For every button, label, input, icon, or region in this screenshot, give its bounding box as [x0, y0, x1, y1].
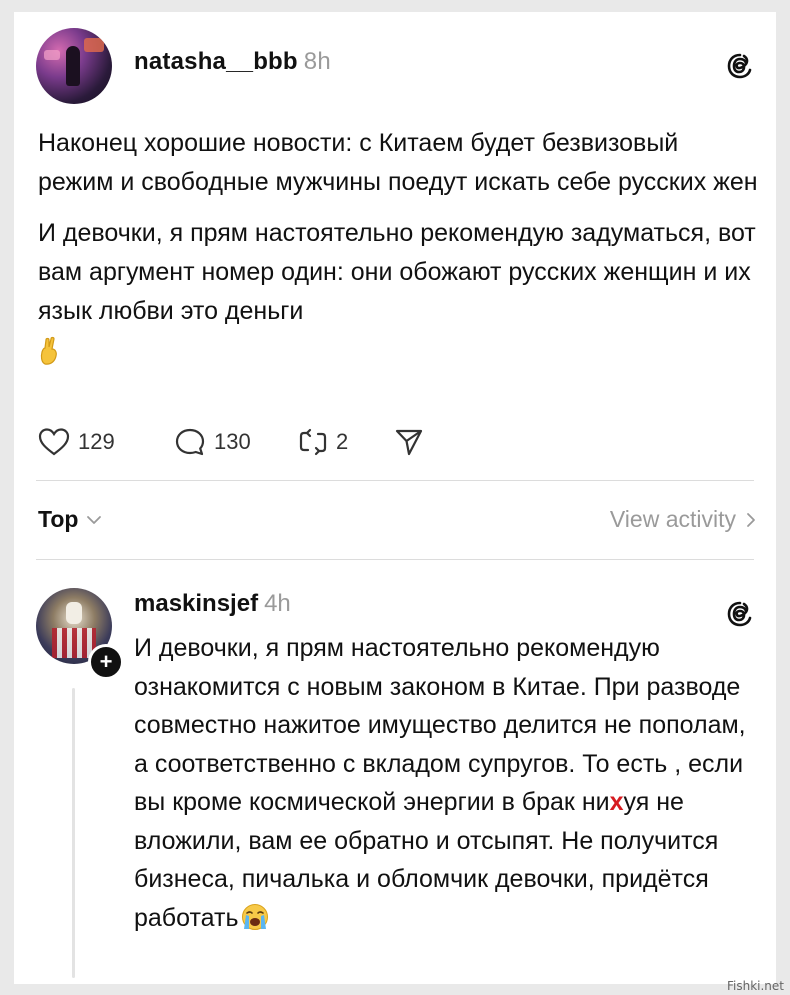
crying-face-emoji-icon	[242, 903, 269, 930]
comment-button[interactable]: 130	[174, 424, 251, 460]
screenshot-frame: natasha__bbb 8h Наконец хорошие новости: …	[14, 12, 776, 984]
repost-icon	[299, 428, 327, 456]
avatar[interactable]	[36, 28, 112, 104]
view-activity-label: View activity	[609, 506, 736, 532]
post-paragraph-2-text: И девочки, я прям настоятельно рекоменду…	[38, 219, 756, 325]
post-author[interactable]: natasha__bbb 8h	[134, 48, 331, 76]
threads-icon[interactable]	[726, 52, 754, 80]
post-actions: 129 130 2	[38, 424, 458, 460]
chevron-down-icon	[87, 515, 102, 524]
reply-time: 4h	[264, 590, 291, 617]
reply-username[interactable]: maskinsjef	[134, 590, 258, 617]
divider	[36, 559, 754, 560]
avatar-figure	[66, 46, 80, 86]
sort-dropdown[interactable]: Top	[38, 506, 102, 533]
post-paragraph-2: И девочки, я прям настоятельно рекоменду…	[38, 214, 758, 370]
chevron-right-icon	[747, 512, 755, 527]
watermark: Fishki.net	[726, 979, 784, 993]
thread-line	[72, 688, 75, 978]
share-button[interactable]	[394, 424, 424, 460]
follow-plus-icon[interactable]: +	[88, 644, 124, 680]
repost-count: 2	[336, 429, 349, 454]
repost-button[interactable]: 2	[298, 424, 348, 460]
reply-body: И девочки, я прям настоятельно рекоменду…	[134, 629, 754, 937]
divider	[36, 480, 754, 481]
post-paragraph-1: Наконец хорошие новости: с Китаем будет …	[38, 129, 758, 196]
view-activity-link[interactable]: View activity	[610, 506, 756, 533]
send-icon	[395, 429, 423, 456]
avatar-figure	[66, 602, 82, 624]
reply-author[interactable]: maskinsjef 4h	[134, 590, 291, 618]
comment-icon	[175, 428, 205, 456]
comment-count: 130	[214, 429, 251, 454]
crossed-fingers-emoji-icon	[40, 337, 57, 366]
highlight-mark: х	[609, 788, 624, 816]
post-body: Наконец хорошие новости: с Китаем будет …	[38, 124, 758, 370]
post-time: 8h	[303, 48, 331, 75]
avatar-light	[84, 38, 104, 52]
sort-bar: Top View activity	[38, 502, 756, 542]
like-button[interactable]: 129	[38, 424, 115, 460]
sort-label: Top	[38, 506, 79, 532]
threads-icon[interactable]	[726, 600, 754, 628]
heart-icon	[38, 428, 70, 456]
like-count: 129	[78, 429, 115, 454]
post-username[interactable]: natasha__bbb	[134, 48, 298, 75]
avatar-light	[44, 50, 60, 60]
